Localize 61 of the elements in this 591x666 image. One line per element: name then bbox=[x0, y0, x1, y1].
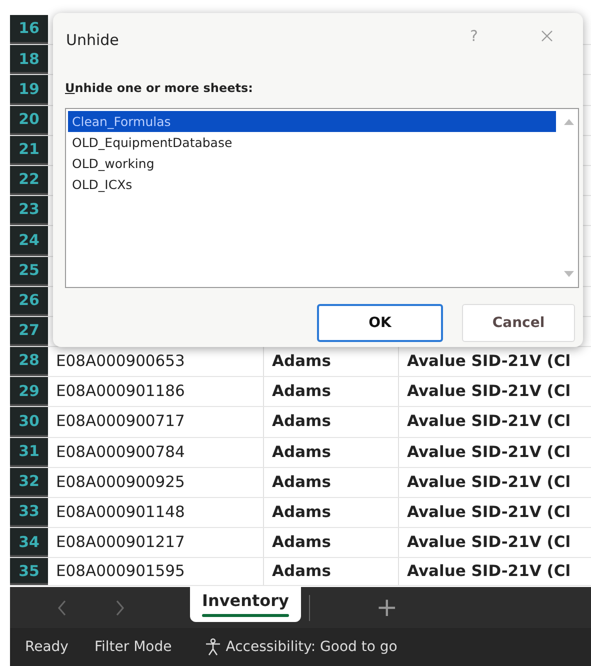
row-header[interactable]: 26 bbox=[10, 286, 48, 316]
scroll-up-icon[interactable] bbox=[564, 119, 574, 125]
row-header[interactable]: 18 bbox=[10, 45, 48, 74]
table-cell: Adams bbox=[264, 558, 399, 586]
row-header[interactable]: 22 bbox=[10, 166, 48, 196]
table-cell-text: Avalue SID-21V (Cl bbox=[406, 472, 572, 493]
scroll-down-icon[interactable] bbox=[564, 271, 574, 277]
table-cell: Adams bbox=[264, 407, 399, 437]
table-cell: E08A000901217 bbox=[48, 528, 264, 558]
table-cell-text: Avalue SID-21V (Cl bbox=[406, 442, 572, 463]
table-cell: E08A000900925 bbox=[48, 468, 264, 497]
table-cell: E08A000900717 bbox=[48, 407, 264, 437]
cancel-button[interactable]: Cancel bbox=[462, 304, 575, 342]
sheet-list-item[interactable]: OLD_EquipmentDatabase bbox=[68, 132, 556, 153]
row-header[interactable]: 32 bbox=[10, 468, 48, 497]
row-header[interactable]: 25 bbox=[10, 256, 48, 286]
table-cell: E08A000901186 bbox=[48, 377, 264, 406]
row-header[interactable]: 24 bbox=[10, 226, 48, 256]
row-header[interactable]: 23 bbox=[10, 196, 48, 226]
ok-button[interactable]: OK bbox=[317, 304, 443, 342]
row-header[interactable]: 19 bbox=[10, 75, 48, 105]
sheet-list-item[interactable]: OLD_ICXs bbox=[68, 174, 556, 195]
table-cell: E08A000901148 bbox=[48, 498, 264, 528]
table-cell: E08A000901595 bbox=[48, 558, 264, 586]
table-cell-text: Avalue SID-21V (Cl bbox=[406, 381, 572, 402]
table-cell-text: Avalue SID-21V (Cl bbox=[406, 351, 572, 372]
status-text: Filter Mode bbox=[94, 638, 172, 656]
close-icon[interactable] bbox=[541, 30, 553, 42]
list-label: Unhide one or more sheets: bbox=[65, 80, 253, 97]
table-cell-text: Avalue SID-21V (Cl bbox=[406, 561, 572, 582]
row-header[interactable]: 27 bbox=[10, 316, 48, 346]
table-cell: E08A000900784 bbox=[48, 438, 264, 467]
sheet-tab[interactable]: Inventory bbox=[190, 587, 301, 622]
table-cell-text: Avalue SID-21V (Cl bbox=[406, 502, 572, 523]
accessibility-icon[interactable] bbox=[204, 638, 222, 656]
add-sheet-button[interactable]: + bbox=[376, 594, 398, 620]
row-header[interactable]: 28 bbox=[10, 347, 48, 376]
sheet-list[interactable]: Clean_Formulas OLD_EquipmentDatabase OLD_working OLD_ICXs bbox=[65, 108, 579, 288]
next-sheet-icon[interactable] bbox=[115, 600, 125, 616]
table-cell-text: Avalue SID-21V (Cl bbox=[406, 532, 572, 554]
status-text: Ready bbox=[25, 638, 68, 656]
previous-sheet-icon[interactable] bbox=[57, 600, 67, 616]
table-cell: Adams bbox=[264, 468, 399, 497]
row-header[interactable]: 21 bbox=[10, 136, 48, 165]
sheet-list-item[interactable]: Clean_Formulas bbox=[68, 111, 556, 132]
table-cell: Adams bbox=[264, 498, 399, 528]
row-header[interactable]: 33 bbox=[10, 498, 48, 528]
row-header[interactable]: 30 bbox=[10, 407, 48, 437]
table-cell: Adams bbox=[264, 438, 399, 467]
row-header[interactable]: 31 bbox=[10, 438, 48, 467]
accessibility-status[interactable]: Accessibility: Good to go bbox=[226, 636, 398, 658]
dialog-title: Unhide bbox=[66, 30, 119, 51]
table-cell-text: Avalue SID-21V (Cl bbox=[406, 411, 572, 432]
row-header[interactable]: 29 bbox=[10, 377, 48, 406]
row-header[interactable]: 20 bbox=[10, 106, 48, 135]
table-cell: Adams bbox=[264, 377, 399, 406]
sheet-list-item[interactable]: OLD_working bbox=[68, 153, 556, 174]
row-header[interactable]: 34 bbox=[10, 528, 48, 558]
row-header[interactable]: 16 bbox=[10, 15, 48, 44]
row-header[interactable]: 35 bbox=[10, 558, 48, 586]
table-cell: Adams bbox=[264, 528, 399, 558]
